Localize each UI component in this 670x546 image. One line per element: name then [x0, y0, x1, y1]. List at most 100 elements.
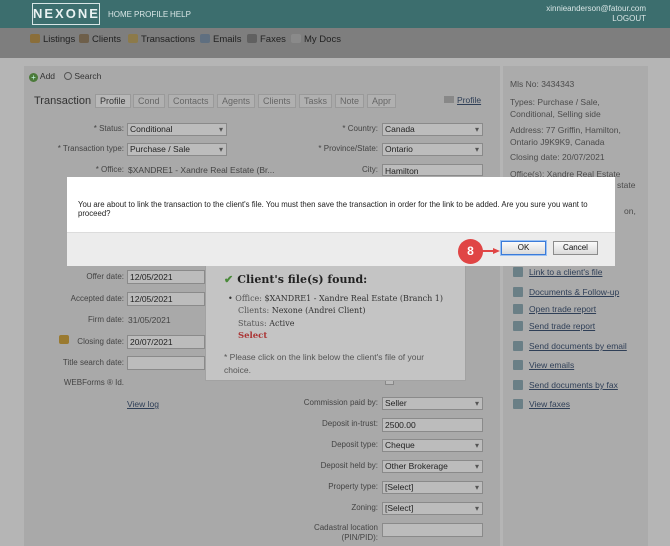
view-emails-link[interactable]: View emails [513, 360, 574, 370]
arrow-icon [480, 248, 500, 254]
status-select[interactable]: Conditional [127, 123, 227, 136]
module-my-docs[interactable]: My Docs [291, 34, 341, 45]
tab-tasks[interactable]: Tasks [299, 94, 333, 108]
confirm-message: You are about to link the transaction to… [78, 200, 588, 218]
select-client-file-link[interactable]: Select [238, 331, 267, 341]
module-listings[interactable]: Listings [30, 34, 75, 45]
webforms-id-label: WEBForms ® Id. [63, 378, 124, 387]
cadastral-label: Cadastral location (PIN/PID): [313, 523, 378, 542]
city-input[interactable]: Hamilton [382, 164, 483, 176]
country-select[interactable]: Canada [382, 123, 483, 136]
tab-cond[interactable]: Cond [133, 94, 165, 108]
title-search-input[interactable] [127, 356, 205, 370]
province-select[interactable]: Ontario [382, 143, 483, 156]
open-trade-report-link[interactable]: Open trade report [513, 304, 596, 314]
property-type-select[interactable]: [Select] [382, 481, 483, 494]
transaction-type-select[interactable]: Purchase / Sale [127, 143, 227, 156]
link-icon [513, 267, 523, 277]
send-trade-report-link[interactable]: Send trade report [513, 321, 595, 331]
accepted-date-input[interactable]: 12/05/2021 [127, 292, 205, 306]
nexone-logo[interactable]: NEXONE [32, 3, 100, 25]
zoning-select[interactable]: [Select] [382, 502, 483, 515]
view-fax-icon [513, 399, 523, 409]
tab-contacts[interactable]: Contacts [168, 94, 214, 108]
commission-paid-by-select[interactable]: Seller [382, 397, 483, 410]
province-label: * Province/State: [318, 144, 378, 153]
closing-date-label: Closing date: [77, 337, 124, 346]
checkmark-icon: ✔ [224, 273, 234, 286]
tab-agents[interactable]: Agents [217, 94, 256, 108]
tab-note[interactable]: Note [335, 94, 365, 108]
module-clients[interactable]: Clients [79, 34, 121, 45]
envelope-icon [200, 34, 210, 43]
firm-date-value: 31/05/2021 [128, 315, 171, 325]
commission-paid-by-label: Commission paid by: [303, 398, 378, 407]
nav-help-link[interactable]: HELP [170, 10, 191, 19]
address-info: Address: 77 Griffin, Hamilton, Ontario J… [510, 125, 621, 147]
logout-link[interactable]: LOGOUT [612, 14, 646, 23]
send-documents-fax-link[interactable]: Send documents by fax [513, 380, 618, 390]
found-title: ✔ Client's file(s) found: [224, 273, 368, 286]
offer-date-label: Offer date: [86, 272, 124, 281]
print-icon [444, 96, 454, 103]
search-icon [64, 72, 72, 80]
title-search-label: Title search date: [62, 358, 124, 367]
closing-date-input[interactable]: 20/07/2021 [127, 335, 205, 349]
email-icon [513, 341, 523, 351]
fax-icon [247, 34, 257, 43]
transaction-type-label: * Transaction type: [57, 144, 124, 153]
ok-button[interactable]: OK [501, 241, 546, 255]
cadastral-input[interactable] [382, 523, 483, 537]
types-info: Types: Purchase / Sale, Conditional, Sel… [510, 97, 601, 119]
deposit-in-trust-input[interactable]: 2500.00 [382, 418, 483, 432]
tab-appr[interactable]: Appr [367, 94, 397, 108]
documents-followup-link[interactable]: Documents & Follow-up [513, 287, 619, 297]
user-email: xinnieanderson@fatour.com [546, 4, 646, 13]
module-transactions[interactable]: Transactions [128, 34, 195, 45]
home-icon [30, 34, 40, 43]
tab-clients[interactable]: Clients [258, 94, 296, 108]
profile-link[interactable]: Profile [444, 95, 481, 105]
status-label: * Status: [93, 124, 124, 133]
people-icon [79, 34, 89, 43]
nav-home-link[interactable]: HOME [108, 10, 132, 19]
document-icon [291, 34, 301, 43]
mls-number: Mls No: 3434343 [510, 79, 575, 89]
found-office-row: • Office: $XANDRE1 - Xandre Real Estate … [228, 294, 443, 303]
add-button[interactable]: + Add [29, 71, 55, 82]
firm-date-label: Firm date: [87, 315, 124, 324]
office-value: $XANDRE1 - Xandre Real Estate (Br... [128, 165, 275, 175]
search-button[interactable]: Search [64, 71, 101, 81]
deposit-held-by-select[interactable]: Other Brokerage [382, 460, 483, 473]
send-documents-email-link[interactable]: Send documents by email [513, 341, 627, 351]
found-status-row: Status: Active [238, 319, 295, 328]
office-label: * Office: [95, 165, 124, 174]
deposit-type-select[interactable]: Cheque [382, 439, 483, 452]
deposit-type-label: Deposit type: [331, 440, 378, 449]
view-faxes-link[interactable]: View faxes [513, 399, 570, 409]
accepted-date-label: Accepted date: [70, 294, 124, 303]
found-clients-row: Clients: Nexone (Andrei Client) [238, 306, 366, 315]
fax-icon [513, 380, 523, 390]
offer-date-input[interactable]: 12/05/2021 [127, 270, 205, 284]
folder-icon [128, 34, 138, 43]
plus-icon: + [29, 73, 38, 82]
documents-icon [513, 287, 523, 297]
tab-profile[interactable]: Profile [95, 94, 131, 108]
report-icon [513, 304, 523, 314]
link-client-file[interactable]: Link to a client's file [513, 267, 602, 277]
cancel-button[interactable]: Cancel [553, 241, 598, 255]
property-type-label: Property type: [328, 482, 378, 491]
deposit-in-trust-label: Deposit in-trust: [321, 419, 378, 428]
module-faxes[interactable]: Faxes [247, 34, 286, 45]
send-report-icon [513, 321, 523, 331]
module-emails[interactable]: Emails [200, 34, 242, 45]
transaction-title: Transaction [34, 95, 92, 107]
nav-profile-link[interactable]: PROFILE [134, 10, 168, 19]
zoning-label: Zoning: [351, 503, 378, 512]
city-label: City: [362, 165, 378, 174]
found-note: * Please click on the link below the cli… [224, 352, 425, 375]
closing-date-info: Closing date: 20/07/2021 [510, 152, 605, 162]
view-log-link[interactable]: View log [127, 399, 159, 409]
country-label: * Country: [342, 124, 378, 133]
